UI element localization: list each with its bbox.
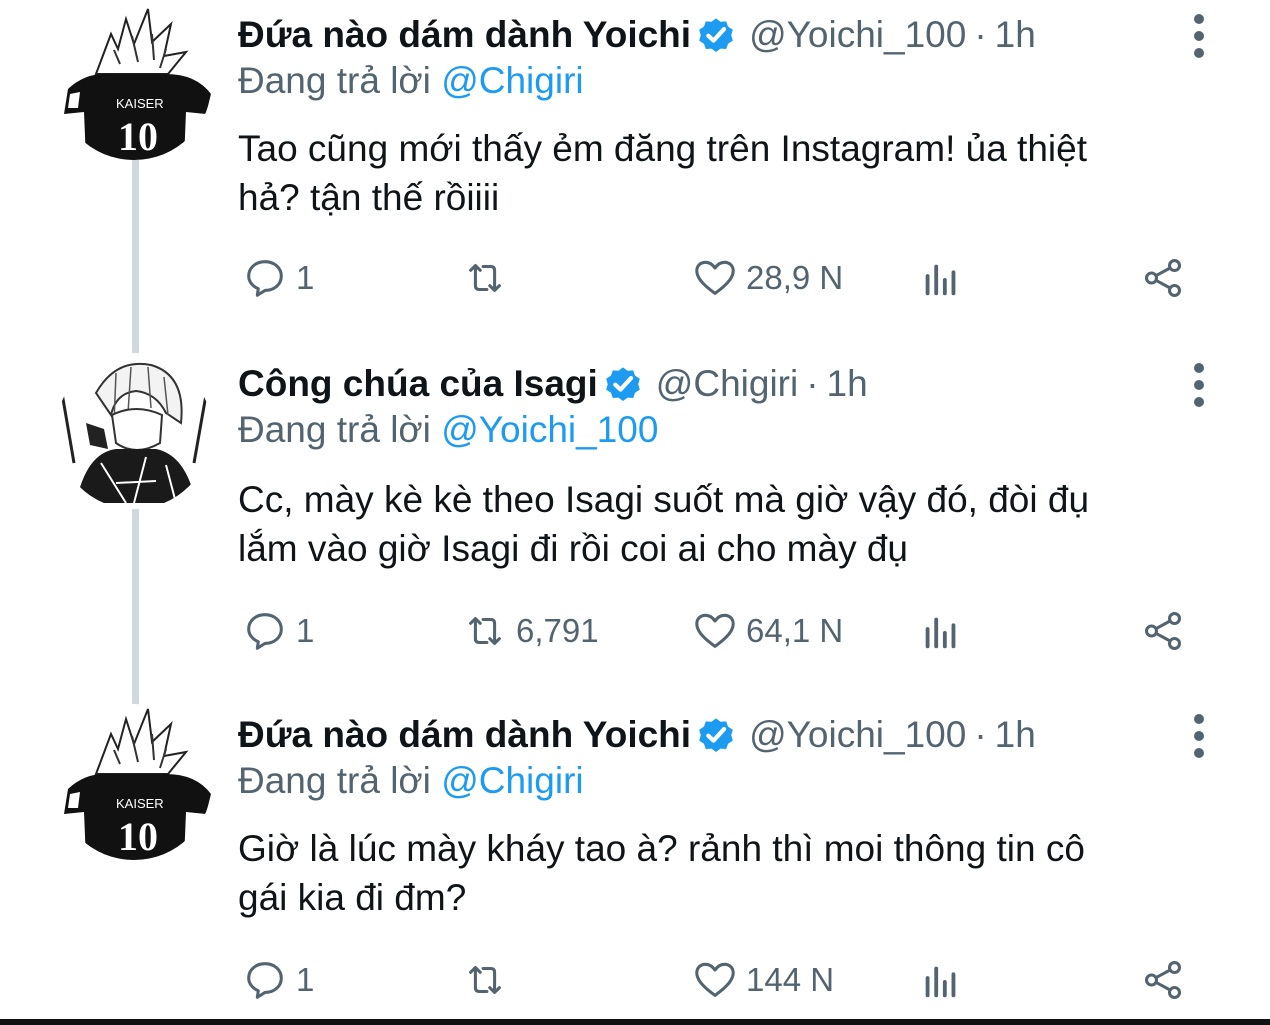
share-button[interactable]: [1140, 250, 1186, 306]
replying-mention-link[interactable]: @Yoichi_100: [441, 409, 658, 450]
more-icon[interactable]: [1188, 14, 1210, 58]
avatar-kaiser-image: KAISER 10: [64, 708, 211, 860]
replying-prefix: Đang trả lời: [238, 409, 431, 450]
avatar[interactable]: KAISER 10: [56, 4, 212, 160]
more-icon[interactable]: [1188, 714, 1210, 758]
avatar-chigiri-image: [56, 353, 212, 509]
verified-badge-icon: [699, 18, 733, 52]
heart-icon: [695, 260, 735, 295]
avatar-number: 10: [118, 814, 158, 859]
like-count: 144 N: [746, 961, 835, 998]
avatar-number: 10: [118, 114, 158, 159]
verified-badge-icon: [699, 718, 733, 752]
retweet-count: 6,791: [516, 612, 599, 649]
heart-icon: [695, 613, 735, 648]
reply-count: 1: [296, 259, 315, 296]
tweet-header: Đứa nào dám dành Yoichi @Yoichi_100 · 1h: [238, 712, 1036, 758]
more-icon[interactable]: [1188, 363, 1210, 407]
share-icon: [1144, 259, 1182, 297]
reply-count: 1: [296, 961, 315, 998]
share-button[interactable]: [1140, 603, 1186, 659]
like-button[interactable]: 28,9 N: [692, 250, 843, 306]
tweet-text-line: Cc, mày kè kè theo Isagi suốt mà giờ vậy…: [238, 479, 1090, 520]
tweet-text-line: lắm vào giờ Isagi đi rồi coi ai cho mày …: [238, 528, 909, 569]
tweet-text: Cc, mày kè kè theo Isagi suốt mà giờ vậy…: [238, 475, 1218, 573]
avatar[interactable]: [56, 353, 212, 509]
tweet[interactable]: KAISER 10 Đứa nào dám dành Yoichi @Yoich…: [0, 0, 1270, 345]
views-button[interactable]: [918, 603, 964, 659]
reply-icon: [247, 260, 283, 297]
reply-icon: [247, 613, 283, 650]
views-button[interactable]: [918, 952, 964, 1008]
views-button[interactable]: [918, 250, 964, 306]
reply-button[interactable]: 1: [242, 603, 314, 659]
separator-dot: ·: [806, 363, 819, 404]
tweet-text-line: gái kia đi đm?: [238, 877, 467, 918]
retweet-icon: [469, 264, 501, 292]
avatar[interactable]: KAISER 10: [56, 704, 212, 860]
views-icon: [925, 264, 956, 296]
replying-to: Đang trả lời @Yoichi_100: [238, 409, 658, 451]
retweet-icon: [469, 617, 501, 645]
reply-button[interactable]: 1: [242, 952, 314, 1008]
like-count: 28,9 N: [746, 259, 844, 296]
reply-count: 1: [296, 612, 315, 649]
share-button[interactable]: [1140, 952, 1186, 1008]
tweet-header: Đứa nào dám dành Yoichi @Yoichi_100 · 1h: [238, 12, 1036, 58]
user-handle[interactable]: @Chigiri: [656, 363, 798, 405]
tweet-text-line: Giờ là lúc mày kháy tao à? rảnh thì moi …: [238, 828, 1085, 869]
tweet-text: Tao cũng mới thấy ẻm đăng trên Instagram…: [238, 124, 1218, 222]
tweet-text: Giờ là lúc mày kháy tao à? rảnh thì moi …: [238, 824, 1218, 922]
replying-mention-link[interactable]: @Chigiri: [441, 60, 583, 101]
retweet-icon: [469, 966, 501, 994]
user-handle[interactable]: @Yoichi_100: [749, 14, 966, 56]
replying-to: Đang trả lời @Chigiri: [238, 760, 584, 802]
avatar-caption: KAISER: [116, 796, 164, 811]
display-name[interactable]: Đứa nào dám dành Yoichi: [238, 14, 691, 56]
display-name[interactable]: Đứa nào dám dành Yoichi: [238, 714, 691, 756]
share-icon: [1144, 612, 1182, 650]
reply-icon: [247, 962, 283, 999]
replying-prefix: Đang trả lời: [238, 760, 431, 801]
retweet-button[interactable]: [462, 952, 516, 1008]
timestamp[interactable]: 1h: [995, 14, 1036, 56]
separator-dot: ·: [974, 714, 987, 755]
tweet-header: Công chúa của Isagi @Chigiri · 1h: [238, 361, 868, 407]
views-icon: [925, 617, 956, 649]
tweet-text-line: Tao cũng mới thấy ẻm đăng trên Instagram…: [238, 128, 1087, 169]
like-count: 64,1 N: [746, 612, 844, 649]
reply-button[interactable]: 1: [242, 250, 314, 306]
replying-mention-link[interactable]: @Chigiri: [441, 760, 583, 801]
like-button[interactable]: 64,1 N: [692, 603, 843, 659]
like-button[interactable]: 144 N: [692, 952, 834, 1008]
separator-dot: ·: [974, 14, 987, 55]
display-name[interactable]: Công chúa của Isagi: [238, 363, 598, 405]
tweet[interactable]: KAISER 10 Đứa nào dám dành Yoichi @Yoich…: [0, 700, 1270, 1019]
avatar-caption: KAISER: [116, 96, 164, 111]
timestamp[interactable]: 1h: [995, 714, 1036, 756]
avatar-kaiser-image: KAISER 10: [64, 8, 211, 160]
tweet[interactable]: Công chúa của Isagi @Chigiri · 1h Đang t…: [0, 345, 1270, 700]
replying-to: Đang trả lời @Chigiri: [238, 60, 584, 102]
action-bar: 1 144 N: [238, 952, 1198, 1008]
share-icon: [1144, 961, 1182, 999]
timestamp[interactable]: 1h: [827, 363, 868, 405]
replying-prefix: Đang trả lời: [238, 60, 431, 101]
action-bar: 1 28,9 N: [238, 250, 1198, 306]
tweet-text-line: hả? tận thế rồiiii: [238, 177, 500, 218]
screen-bottom-edge: [0, 1019, 1270, 1025]
heart-icon: [695, 962, 735, 997]
action-bar: 1 6,791 64,1 N: [238, 603, 1198, 659]
verified-badge-icon: [605, 367, 640, 401]
user-handle[interactable]: @Yoichi_100: [749, 714, 966, 756]
retweet-button[interactable]: [462, 250, 516, 306]
views-icon: [925, 966, 956, 998]
retweet-button[interactable]: 6,791: [462, 603, 599, 659]
